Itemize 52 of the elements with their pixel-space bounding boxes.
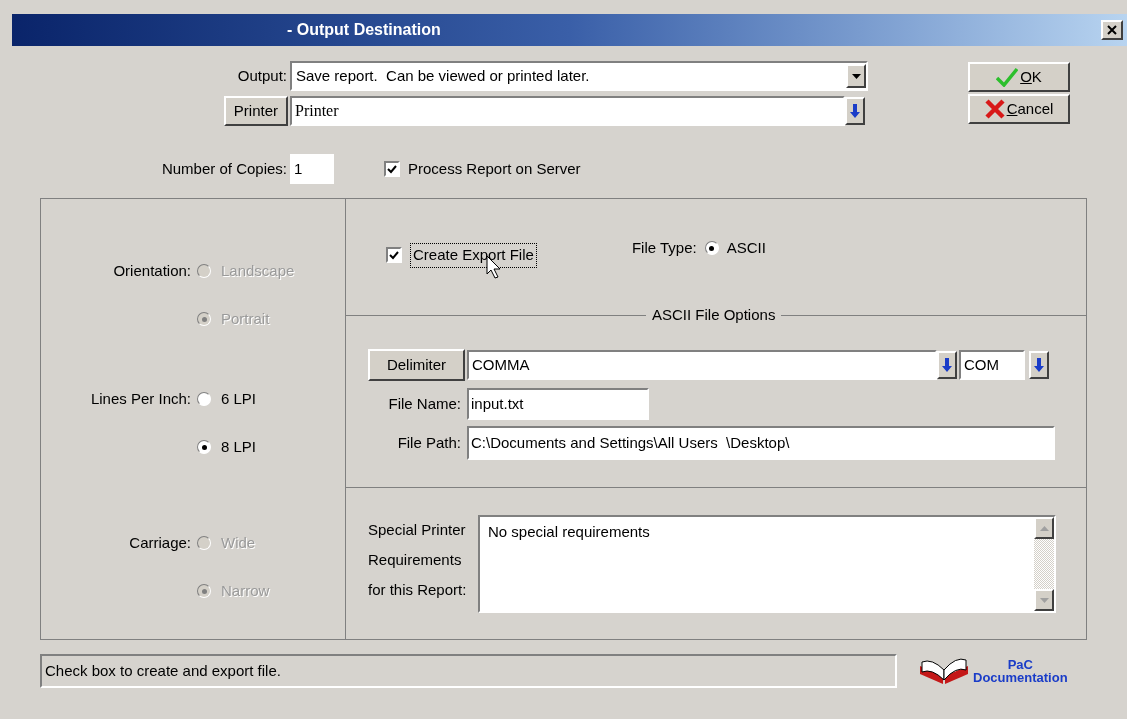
down-arrow-icon <box>850 104 860 118</box>
open-book-icon <box>917 656 971 686</box>
radio-button[interactable] <box>197 392 211 406</box>
cancel-button[interactable]: Cancel <box>968 94 1070 124</box>
radio-label: Landscape <box>221 260 295 281</box>
delimiter-button[interactable]: Delimiter <box>368 349 465 381</box>
down-arrow-icon <box>942 358 952 372</box>
checkmark-icon <box>996 67 1019 87</box>
status-bar: Check box to create and export file. <box>40 654 897 688</box>
window-title: - Output Destination <box>287 20 441 40</box>
radio-label: 8 LPI <box>221 436 257 457</box>
delimiter-field[interactable]: COMMA <box>467 350 937 380</box>
group-label: Orientation: <box>113 261 191 279</box>
documentation-link[interactable]: PaC Documentation <box>973 658 1068 684</box>
scroll-down-icon <box>1039 597 1049 603</box>
radio-label: 6 LPI <box>221 388 257 409</box>
scrollbar[interactable] <box>1034 517 1054 611</box>
requirements-textarea[interactable]: No special requirements <box>478 515 1056 613</box>
printer-button[interactable]: Printer <box>223 96 288 126</box>
delimiter-code-field[interactable]: COM <box>959 350 1025 380</box>
close-button[interactable] <box>1101 20 1123 40</box>
radio-button[interactable] <box>197 440 211 454</box>
output-dropdown[interactable]: Save report. Can be viewed or printed later. <box>290 61 868 91</box>
x-icon <box>984 99 1005 119</box>
group-label: Lines Per Inch: <box>90 389 191 407</box>
radio-label: ASCII <box>726 238 766 258</box>
checkbox-label: Process Report on Server <box>408 158 581 179</box>
file-path-field[interactable]: C:\Documents and Settings\All Users \Desktop\ <box>467 426 1055 460</box>
checkbox[interactable] <box>384 161 400 177</box>
dropdown-arrow-icon <box>851 73 861 79</box>
scroll-up-icon <box>1039 525 1049 531</box>
copies-field[interactable]: 1 <box>290 154 334 184</box>
radio-label: Narrow <box>221 580 270 601</box>
radio-button[interactable] <box>704 241 719 256</box>
lookup-button[interactable] <box>937 351 957 379</box>
lookup-button[interactable] <box>845 97 865 125</box>
lookup-button[interactable] <box>1029 351 1049 379</box>
group-label: Carriage: <box>129 533 191 551</box>
file-path-label: File Path: <box>396 432 462 453</box>
copies-label: Number of Copies: <box>160 158 288 179</box>
file-name-field[interactable]: input.txt <box>467 388 649 420</box>
close-icon <box>1107 25 1117 35</box>
radio-label: Wide <box>221 532 256 553</box>
file-type-label: File Type: <box>631 238 697 258</box>
file-name-label: File Name: <box>387 393 462 414</box>
requirements-label: Special Printer Requirements for this Report: <box>368 520 468 600</box>
checkbox[interactable] <box>386 247 402 264</box>
down-arrow-icon <box>1034 358 1044 372</box>
output-label: Output: <box>236 65 288 86</box>
printer-field[interactable]: Printer <box>290 96 845 126</box>
ok-button[interactable]: OK <box>968 62 1070 92</box>
radio-label: Portrait <box>221 308 270 329</box>
